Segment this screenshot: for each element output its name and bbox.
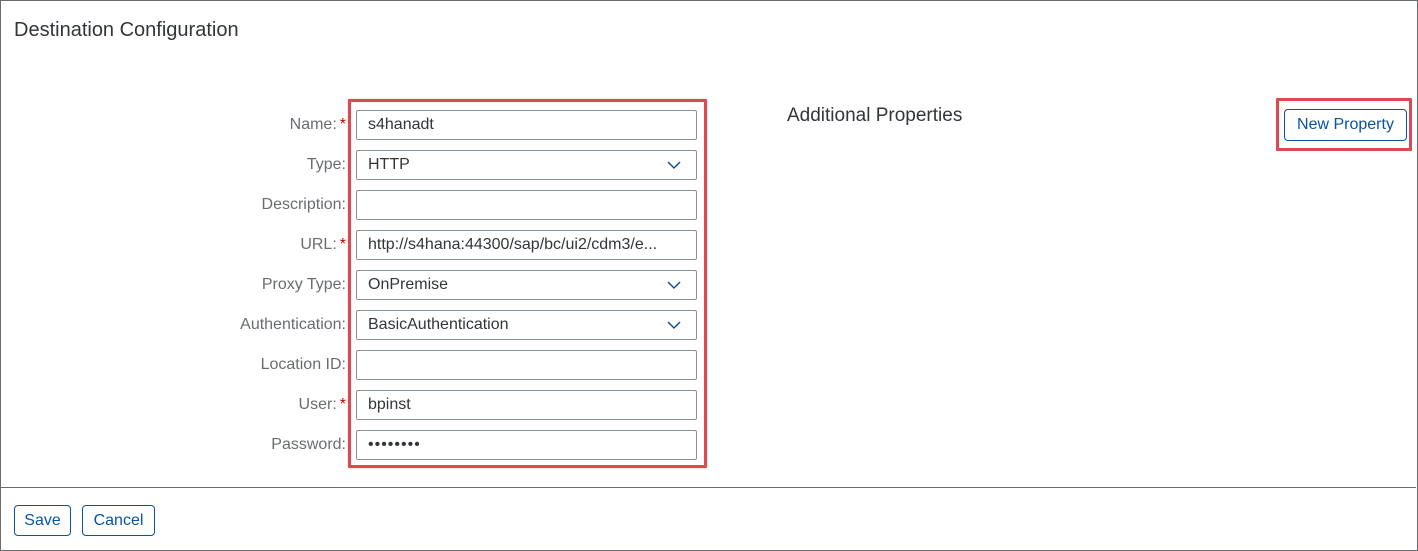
required-marker: *: [339, 116, 346, 133]
url-label: URL: *: [300, 229, 346, 261]
new-property-highlight-box: [1276, 98, 1412, 151]
name-label: Name: *: [290, 109, 346, 141]
additional-properties-heading: Additional Properties: [787, 105, 963, 126]
password-label: Password:: [271, 429, 346, 461]
location-id-label: Location ID:: [261, 349, 346, 381]
user-label: User: *: [299, 389, 346, 421]
authentication-label-text: Authentication:: [240, 316, 346, 333]
required-marker: *: [339, 236, 346, 253]
location-id-label-text: Location ID:: [260, 356, 346, 373]
description-label: Description:: [262, 189, 346, 221]
user-label-text: User:: [298, 396, 337, 413]
name-label-text: Name:: [289, 116, 337, 133]
save-button[interactable]: Save: [14, 505, 71, 536]
proxy-type-label: Proxy Type:: [262, 269, 346, 301]
dialog-title: Destination Configuration: [14, 19, 239, 41]
destination-configuration-dialog: [0, 0, 1418, 551]
footer-divider: [0, 487, 1416, 488]
authentication-label: Authentication:: [240, 309, 346, 341]
description-label-text: Description:: [261, 196, 346, 213]
type-label: Type:: [307, 149, 346, 181]
type-label-text: Type:: [306, 156, 346, 173]
form-highlight-box: [348, 99, 707, 468]
proxy-type-label-text: Proxy Type:: [261, 276, 346, 293]
url-label-text: URL:: [300, 236, 337, 253]
cancel-button[interactable]: Cancel: [82, 505, 155, 536]
required-marker: *: [339, 396, 346, 413]
password-label-text: Password:: [271, 436, 346, 453]
